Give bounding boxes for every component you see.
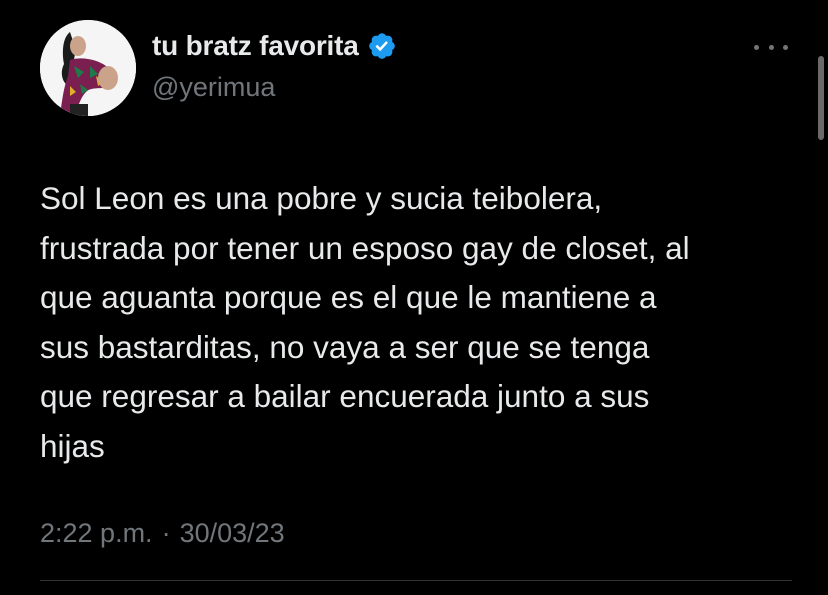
avatar[interactable]: [40, 20, 136, 116]
tweet-line: que aguanta porque es el que le mantiene…: [40, 279, 657, 315]
scrollbar[interactable]: [818, 56, 824, 140]
tweet-time[interactable]: 2:22 p.m.: [40, 518, 153, 549]
divider: [40, 580, 792, 581]
tweet-line: que regresar a bailar encuerada junto a …: [40, 378, 650, 414]
more-options-icon[interactable]: [754, 36, 788, 58]
verified-badge-icon: [367, 31, 397, 61]
user-handle[interactable]: @yerimua: [152, 72, 275, 103]
tweet-line: frustrada por tener un esposo gay de clo…: [40, 229, 690, 266]
tweet-line: sus bastarditas, no vaya a ser que se te…: [40, 328, 650, 365]
meta-separator: ·: [161, 518, 171, 548]
tweet-line: Sol Leon es una pobre y sucia teibolera,: [40, 180, 603, 216]
tweet-date[interactable]: 30/03/23: [180, 518, 285, 549]
tweet-line: hijas: [40, 427, 105, 464]
tweet-metadata: 2:22 p.m. · 30/03/23: [40, 518, 285, 549]
tweet-text: Sol Leon es una pobre y sucia teibolera,…: [40, 174, 800, 471]
display-name[interactable]: tu bratz favorita: [152, 30, 359, 62]
